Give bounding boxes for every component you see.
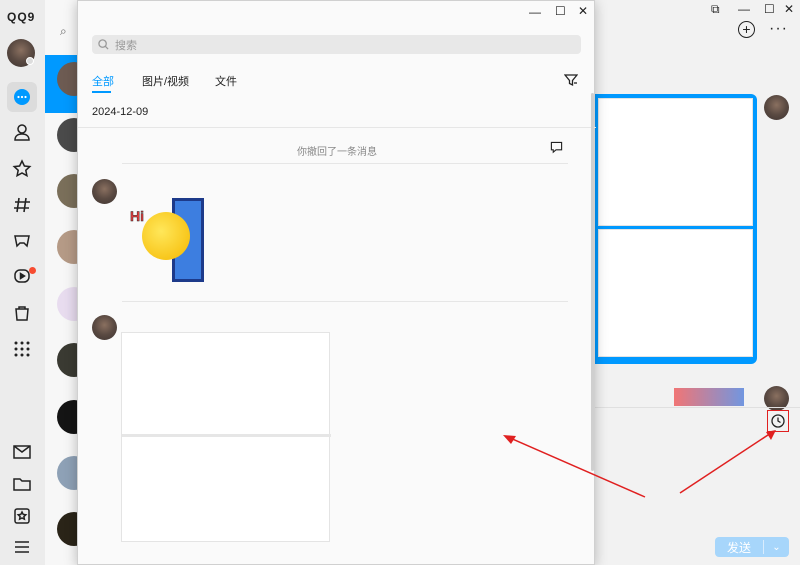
annotation-arrows bbox=[503, 430, 776, 498]
